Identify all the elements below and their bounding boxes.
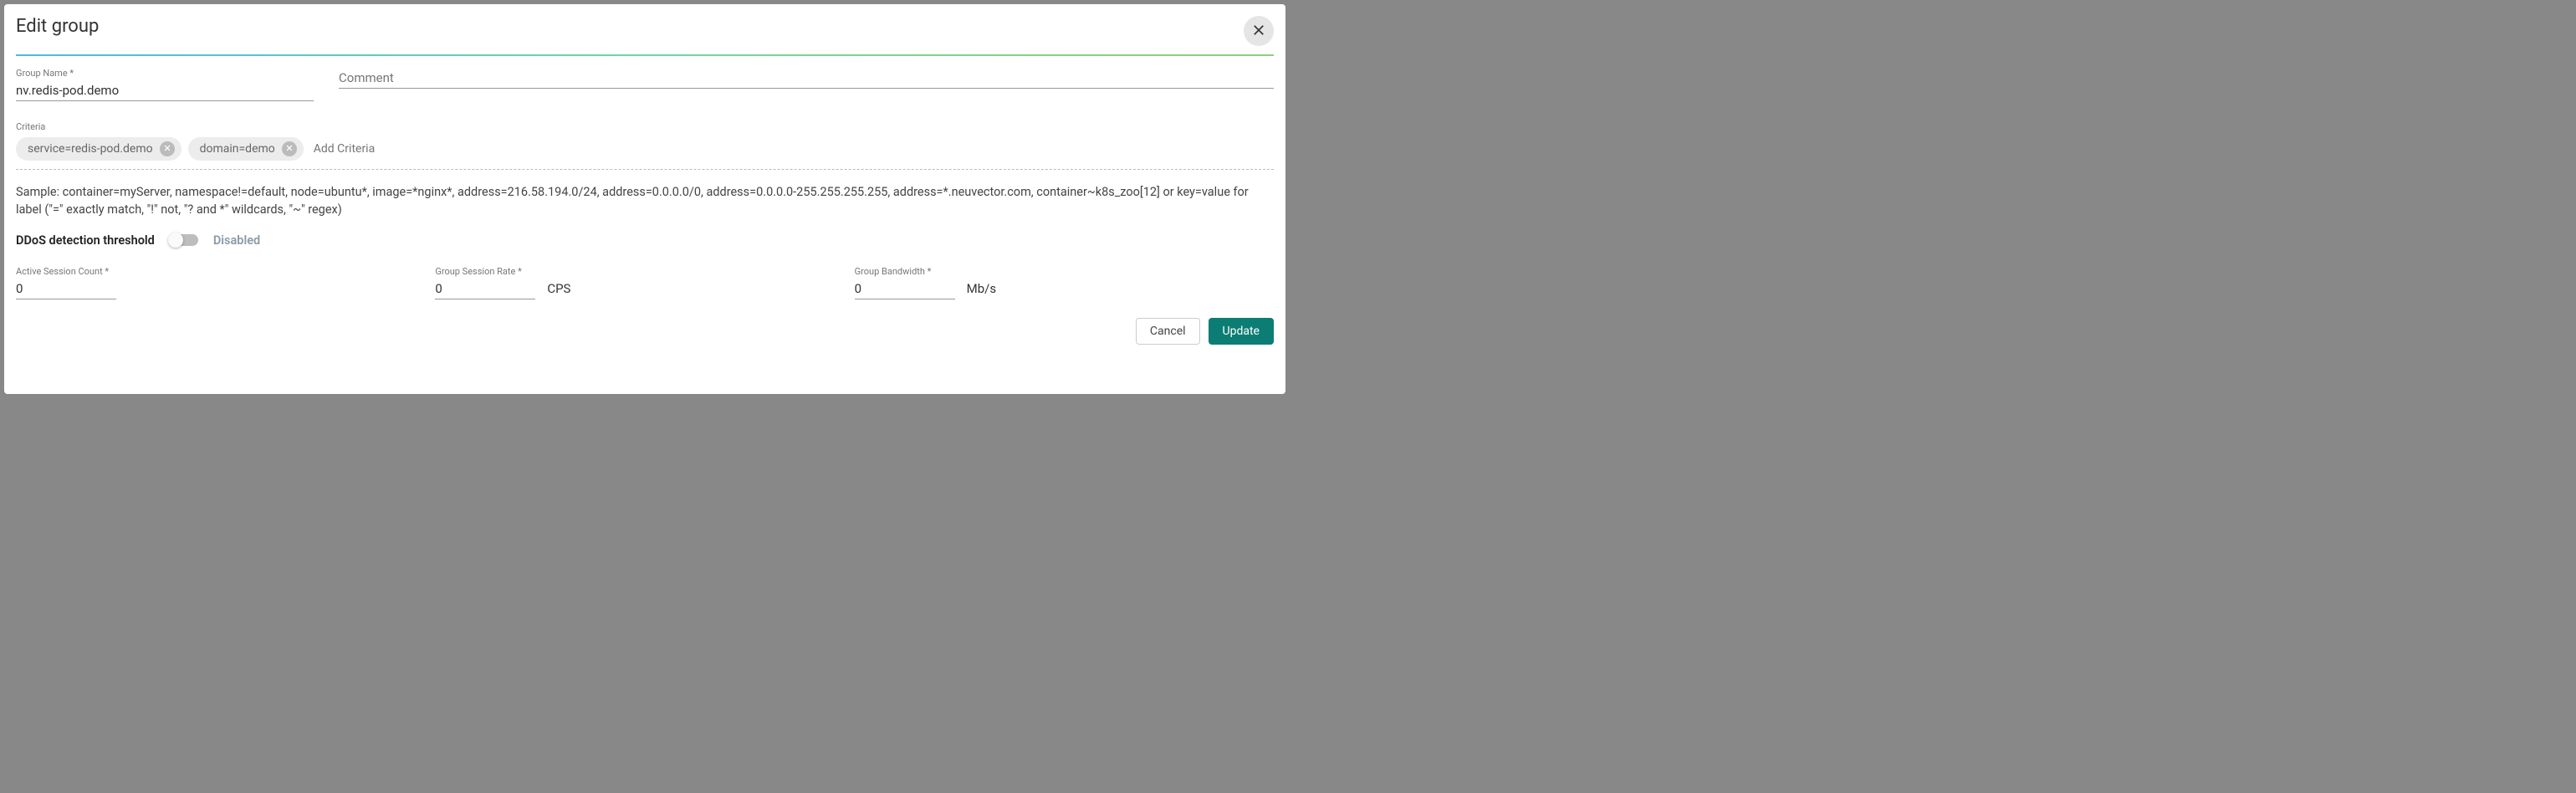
group-name-input[interactable] <box>16 80 314 101</box>
comment-input[interactable] <box>339 68 1274 89</box>
group-bandwidth-label: Group Bandwidth * <box>855 266 1274 277</box>
dialog-header: Edit group <box>4 16 1285 54</box>
ddos-row: DDoS detection threshold Disabled <box>16 233 1274 248</box>
metrics-row: Active Session Count * Group Session Rat… <box>16 266 1274 299</box>
row-name-comment: Group Name * <box>16 68 1274 101</box>
ddos-toggle[interactable] <box>170 234 198 246</box>
metric-group-bandwidth: Group Bandwidth * Mb/s <box>855 266 1274 299</box>
chip-remove-button[interactable] <box>282 141 297 156</box>
close-button[interactable] <box>1244 16 1274 46</box>
metric-group-session-rate: Group Session Rate * CPS <box>435 266 854 299</box>
group-session-rate-unit: CPS <box>547 281 570 296</box>
ddos-state-text: Disabled <box>213 233 260 248</box>
dialog-title: Edit group <box>16 16 99 37</box>
update-button[interactable]: Update <box>1209 318 1274 345</box>
close-icon <box>163 142 171 156</box>
chip-text: domain=demo <box>200 142 275 156</box>
group-name-label: Group Name * <box>16 68 314 79</box>
field-comment <box>339 68 1274 101</box>
criteria-row: service=redis-pod.demo domain=demo <box>16 137 1274 170</box>
form-body: Group Name * Criteria service=redis-pod.… <box>4 56 1285 299</box>
criteria-sample-text: Sample: container=myServer, namespace!=d… <box>16 183 1274 218</box>
active-session-input[interactable] <box>16 279 116 299</box>
criteria-chip[interactable]: domain=demo <box>188 137 304 161</box>
close-icon <box>1251 23 1266 40</box>
group-bandwidth-input[interactable] <box>855 279 955 299</box>
group-session-rate-label: Group Session Rate * <box>435 266 854 277</box>
criteria-chip[interactable]: service=redis-pod.demo <box>16 137 181 161</box>
cancel-button[interactable]: Cancel <box>1136 318 1200 345</box>
metric-active-session: Active Session Count * <box>16 266 435 299</box>
dialog-footer: Cancel Update <box>4 299 1285 345</box>
edit-group-dialog: Edit group Group Name * Criteria <box>4 4 1285 394</box>
field-group-name: Group Name * <box>16 68 314 101</box>
group-session-rate-input[interactable] <box>435 279 535 299</box>
chip-remove-button[interactable] <box>160 141 175 156</box>
criteria-section: Criteria service=redis-pod.demo do <box>16 121 1274 170</box>
chip-text: service=redis-pod.demo <box>28 142 153 156</box>
active-session-label: Active Session Count * <box>16 266 435 277</box>
criteria-label: Criteria <box>16 121 1274 132</box>
group-bandwidth-unit: Mb/s <box>967 281 996 296</box>
ddos-label: DDoS detection threshold <box>16 233 155 248</box>
add-criteria-input[interactable] <box>310 138 1274 160</box>
toggle-knob <box>168 233 183 248</box>
close-icon <box>285 142 294 156</box>
